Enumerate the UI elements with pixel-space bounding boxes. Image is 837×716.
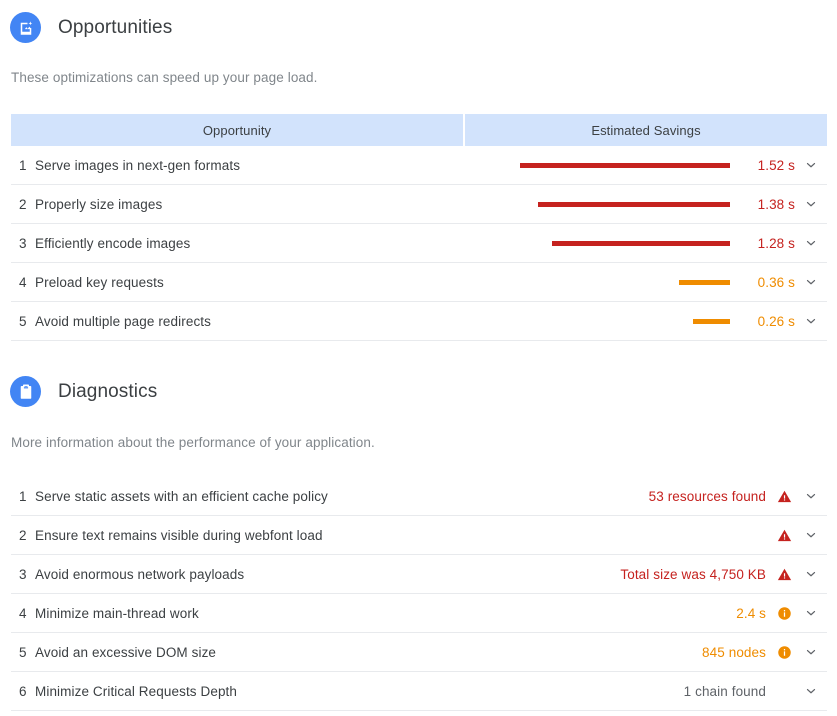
diagnostics-heading: Diagnostics [0, 376, 157, 407]
opportunities-rows: 1 Serve images in next-gen formats 1.52 s 2… [11, 146, 827, 341]
savings-bar-track [518, 318, 730, 324]
chevron-down-icon[interactable] [795, 684, 827, 698]
diagnostic-title: Serve static assets with an efficient ca… [35, 488, 328, 504]
table-row[interactable]: 2 Ensure text remains visible during webf… [11, 516, 827, 555]
chevron-down-icon[interactable] [795, 567, 827, 581]
row-savings: 1.52 s [518, 158, 827, 173]
table-row[interactable]: 3 Avoid enormous network payloads Total si… [11, 555, 827, 594]
row-index: 4 [19, 274, 27, 290]
diagnostics-title: Diagnostics [58, 380, 158, 402]
table-row[interactable]: 2 Properly size images 1.38 s [11, 185, 827, 224]
savings-value: 0.36 s [757, 274, 795, 290]
row-index: 4 [19, 605, 27, 621]
warning-triangle-icon [773, 567, 795, 582]
warning-triangle-icon [773, 489, 795, 504]
chevron-down-icon[interactable] [795, 645, 827, 659]
opportunities-description: These optimizations can speed up your pa… [11, 70, 318, 85]
table-row[interactable]: 3 Efficiently encode images 1.28 s [11, 224, 827, 263]
opportunity-title: Properly size images [35, 196, 163, 212]
table-row[interactable]: 4 Minimize main-thread work 2.4 s [11, 594, 827, 633]
savings-bar-track [518, 162, 730, 168]
row-savings: 1.28 s [518, 236, 827, 251]
image-plus-icon [10, 12, 41, 43]
row-index: 1 [19, 157, 27, 173]
chevron-down-icon[interactable] [795, 606, 827, 620]
chevron-down-icon[interactable] [795, 158, 827, 172]
column-header-estimated-savings: Estimated Savings [465, 114, 827, 146]
row-index: 3 [19, 235, 27, 251]
diagnostic-title: Minimize Critical Requests Depth [35, 683, 238, 699]
chevron-down-icon[interactable] [795, 197, 827, 211]
opportunities-heading: Opportunities [0, 12, 172, 43]
diagnostic-value: 2.4 s [736, 605, 767, 621]
lighthouse-report-page: Opportunities These optimizations can sp… [0, 0, 837, 716]
row-index: 2 [19, 196, 27, 212]
opportunity-title: Serve images in next-gen formats [35, 157, 241, 173]
savings-bar [520, 162, 730, 168]
chevron-down-icon[interactable] [795, 528, 827, 542]
row-index: 3 [19, 566, 27, 582]
info-circle-icon [773, 645, 795, 660]
diagnostic-value: 53 resources found [648, 488, 767, 504]
diagnostic-value: 1 chain found [683, 683, 767, 699]
diagnostic-title: Avoid enormous network payloads [35, 566, 245, 582]
chevron-down-icon[interactable] [795, 314, 827, 328]
warning-triangle-icon [773, 528, 795, 543]
diagnostic-value: Total size was 4,750 KB [620, 566, 767, 582]
opportunities-title: Opportunities [58, 16, 173, 38]
chevron-down-icon[interactable] [795, 489, 827, 503]
table-row[interactable]: 4 Preload key requests 0.36 s [11, 263, 827, 302]
chevron-down-icon[interactable] [795, 236, 827, 250]
savings-value: 0.26 s [757, 313, 795, 329]
diagnostics-table: 1 Serve static assets with an efficient c… [11, 477, 827, 711]
table-row[interactable]: 1 Serve images in next-gen formats 1.52 s [11, 146, 827, 185]
row-index: 5 [19, 644, 27, 660]
opportunity-title: Preload key requests [35, 274, 164, 290]
row-savings: 0.36 s [518, 275, 827, 290]
opportunity-title: Efficiently encode images [35, 235, 191, 251]
row-index: 5 [19, 313, 27, 329]
row-index: 1 [19, 488, 27, 504]
table-row[interactable]: 5 Avoid multiple page redirects 0.26 s [11, 302, 827, 341]
savings-bar [679, 279, 730, 285]
row-index: 2 [19, 527, 27, 543]
diagnostic-title: Ensure text remains visible during webfo… [35, 527, 323, 543]
table-row[interactable]: 1 Serve static assets with an efficient c… [11, 477, 827, 516]
savings-bar-track [518, 279, 730, 285]
diagnostic-title: Minimize main-thread work [35, 605, 199, 621]
column-header-opportunity: Opportunity [11, 114, 463, 146]
opportunity-title: Avoid multiple page redirects [35, 313, 211, 329]
savings-bar-track [518, 240, 730, 246]
savings-value: 1.52 s [757, 157, 795, 173]
diagnostics-rows: 1 Serve static assets with an efficient c… [11, 477, 827, 711]
opportunities-table-header: Opportunity Estimated Savings [11, 114, 827, 146]
info-circle-icon [773, 606, 795, 621]
table-row[interactable]: 6 Minimize Critical Requests Depth 1 chain… [11, 672, 827, 711]
row-index: 6 [19, 683, 27, 699]
chevron-down-icon[interactable] [795, 275, 827, 289]
savings-bar [538, 201, 730, 207]
savings-bar [693, 318, 730, 324]
clipboard-icon [10, 376, 41, 407]
savings-value: 1.38 s [757, 196, 795, 212]
diagnostic-value: 845 nodes [702, 644, 766, 660]
opportunities-table: Opportunity Estimated Savings 1 Serve ima… [11, 114, 827, 341]
diagnostics-description: More information about the performance o… [11, 435, 375, 450]
diagnostic-title: Avoid an excessive DOM size [35, 644, 217, 660]
savings-bar [552, 240, 730, 246]
row-savings: 0.26 s [518, 314, 827, 329]
table-row[interactable]: 5 Avoid an excessive DOM size 845 nodes [11, 633, 827, 672]
savings-bar-track [518, 201, 730, 207]
row-savings: 1.38 s [518, 197, 827, 212]
savings-value: 1.28 s [757, 235, 795, 251]
